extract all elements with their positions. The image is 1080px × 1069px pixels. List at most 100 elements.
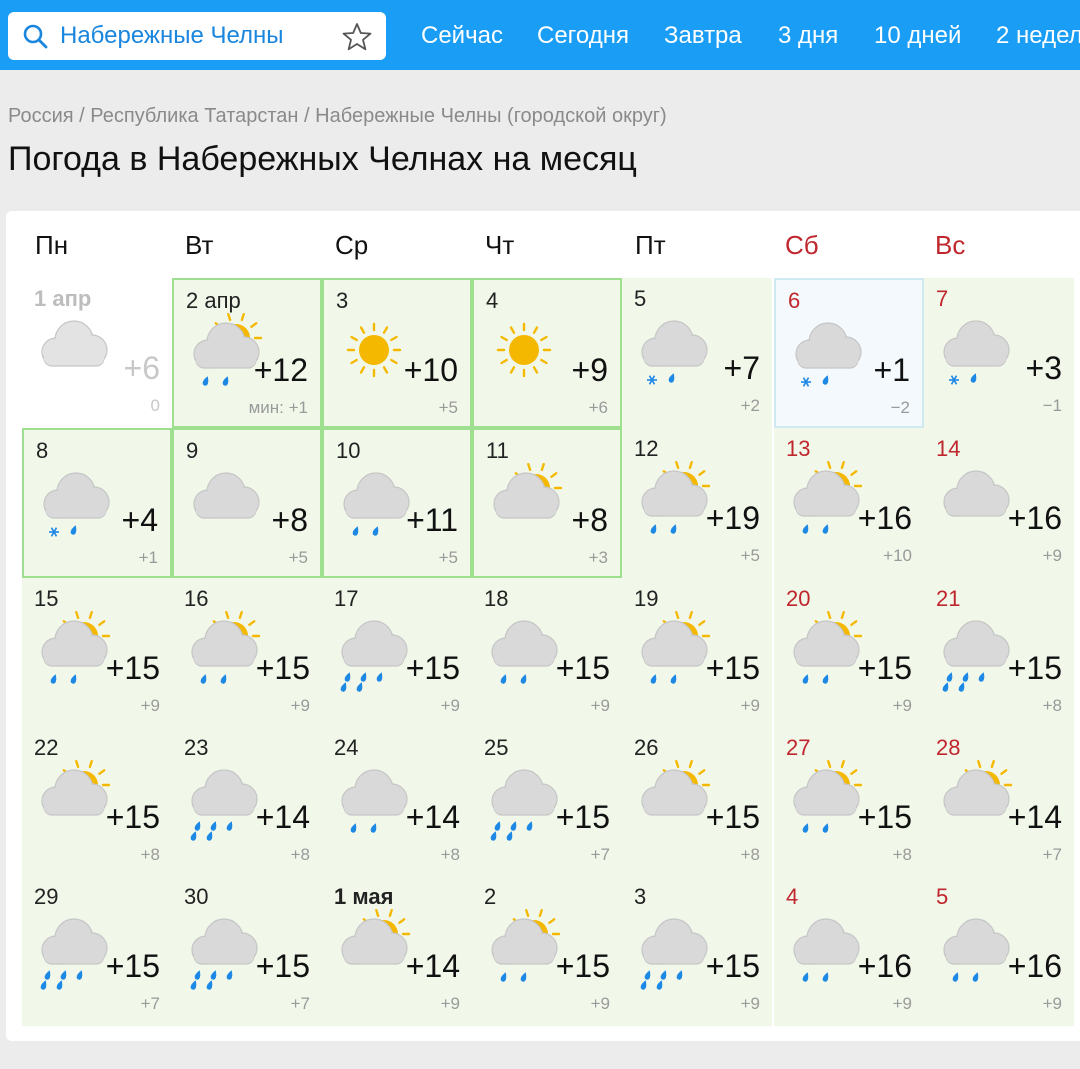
day-min-temp: +6 <box>588 398 608 417</box>
sun-cloud-icon <box>641 760 711 816</box>
day-max-temp: +14 <box>405 799 460 835</box>
day-max-temp: +15 <box>105 650 160 686</box>
day-min-temp: +10 <box>883 546 912 565</box>
day-cell[interactable]: 11 +8 +3 <box>472 428 622 578</box>
day-max-temp: +15 <box>405 650 460 686</box>
day-min-temp: +9 <box>892 696 912 715</box>
day-cell[interactable]: 30 +15 +7 <box>172 876 322 1026</box>
search-box[interactable]: Набережные Челны <box>8 12 386 60</box>
day-cell[interactable]: 16 +15 +9 <box>172 578 322 728</box>
day-cell[interactable]: 10 +11 +5 <box>322 428 472 578</box>
day-date: 21 <box>936 586 961 611</box>
day-date: 25 <box>484 735 509 760</box>
day-date: 3 <box>634 884 647 909</box>
day-date: 18 <box>484 586 509 611</box>
day-cell[interactable]: 18 +15 +9 <box>472 578 622 728</box>
day-cell[interactable]: 2 апр +12 мин: +1 <box>172 278 322 428</box>
day-min-temp: +3 <box>588 548 608 567</box>
sun-cloud-rain-icon <box>41 611 111 684</box>
breadcrumb-tatarstan[interactable]: Республика Татарстан <box>90 105 298 127</box>
day-date: 28 <box>936 735 961 760</box>
day-cell[interactable]: 7 +3 −1 <box>924 278 1074 428</box>
day-cell[interactable]: 26 +15 +8 <box>622 727 772 877</box>
search-input[interactable]: Набережные Челны <box>60 23 284 49</box>
day-date: 7 <box>936 286 949 311</box>
day-date: 30 <box>184 884 209 909</box>
breadcrumb-separator: / <box>304 105 310 127</box>
day-cell[interactable]: 19 +15 +9 <box>622 578 772 728</box>
nav-now[interactable]: Сейчас <box>421 22 503 50</box>
day-cell[interactable]: 27 +15 +8 <box>774 727 924 877</box>
sun-cloud-rain-icon <box>491 909 561 982</box>
day-max-temp: +15 <box>255 948 310 984</box>
day-cell[interactable]: 28 +14 +7 <box>924 727 1074 877</box>
cloud-heavy-rain-icon <box>340 620 408 692</box>
day-cell[interactable]: 15 +15 +9 <box>22 578 172 728</box>
day-cell[interactable]: 2 +15 +9 <box>472 876 622 1026</box>
day-cell[interactable]: 3 +15 +9 <box>622 876 772 1026</box>
day-min-temp: +9 <box>290 696 310 715</box>
day-min-temp: +8 <box>740 845 760 864</box>
nav-3-days[interactable]: 3 дня <box>778 22 838 50</box>
day-cell[interactable]: 29 +15 +7 <box>22 876 172 1026</box>
nav-2-weeks[interactable]: 2 недел <box>996 22 1080 50</box>
day-max-temp: +1 <box>873 352 910 388</box>
day-cell[interactable]: 24 +14 +8 <box>322 727 472 877</box>
sun-cloud-rain-icon <box>641 611 711 684</box>
weekday-header: Чт <box>485 230 515 260</box>
day-cell[interactable]: 6 +1 −2 <box>774 278 924 428</box>
cloud-rain-icon <box>943 918 1010 982</box>
nav-today[interactable]: Сегодня <box>537 22 629 50</box>
day-min-temp: +5 <box>438 548 458 567</box>
page-title: Погода в Набережных Челнах на месяц <box>8 140 637 178</box>
day-max-temp: +14 <box>255 799 310 835</box>
day-cell[interactable]: 17 +15 +9 <box>322 578 472 728</box>
day-max-temp: +15 <box>857 799 912 835</box>
day-max-temp: +3 <box>1025 350 1062 386</box>
nav-10-days[interactable]: 10 дней <box>874 22 961 50</box>
day-cell[interactable]: 3 +10 +5 <box>322 278 472 428</box>
breadcrumb-city-district[interactable]: Набережные Челны (городской округ) <box>315 105 667 127</box>
day-cell[interactable]: 5 +7 +2 <box>622 278 772 428</box>
day-date: 17 <box>334 586 359 611</box>
day-cell[interactable]: 12 +19 +5 <box>622 428 772 578</box>
breadcrumb-russia[interactable]: Россия <box>8 105 74 127</box>
nav-tomorrow[interactable]: Завтра <box>664 22 742 50</box>
day-min-temp: мин: +1 <box>248 398 308 417</box>
day-max-temp: +19 <box>705 500 760 536</box>
day-max-temp: +15 <box>1007 650 1062 686</box>
day-cell[interactable]: 21 +15 +8 <box>924 578 1074 728</box>
cloud-heavy-rain-icon <box>942 620 1010 692</box>
day-cell[interactable]: 8 +4 +1 <box>22 428 172 578</box>
day-max-temp: +6 <box>123 350 160 386</box>
day-cell[interactable]: 4 +9 +6 <box>472 278 622 428</box>
day-cell[interactable]: 5 +16 +9 <box>924 876 1074 1026</box>
day-min-temp: +5 <box>438 398 458 417</box>
day-cell[interactable]: 23 +14 +8 <box>172 727 322 877</box>
day-min-temp: +9 <box>140 696 160 715</box>
day-cell[interactable]: 1 апр +6 0 <box>22 278 172 428</box>
day-max-temp: +15 <box>857 650 912 686</box>
day-cell[interactable]: 1 мая +14 +9 <box>322 876 472 1026</box>
day-date: 5 <box>634 286 647 311</box>
cloud-rain-icon <box>793 918 860 982</box>
day-date: 6 <box>788 288 801 313</box>
day-max-temp: +15 <box>105 948 160 984</box>
day-cell[interactable]: 14 +16 +9 <box>924 428 1074 578</box>
day-min-temp: +8 <box>140 845 160 864</box>
day-min-temp: +1 <box>138 548 158 567</box>
day-cell[interactable]: 20 +15 +9 <box>774 578 924 728</box>
cloud-icon <box>193 472 260 519</box>
star-icon[interactable] <box>342 22 372 52</box>
day-max-temp: +16 <box>1007 948 1062 984</box>
day-cell[interactable]: 25 +15 +7 <box>472 727 622 877</box>
day-min-temp: +8 <box>290 845 310 864</box>
day-min-temp: +8 <box>440 845 460 864</box>
day-cell[interactable]: 4 +16 +9 <box>774 876 924 1026</box>
search-icon[interactable] <box>22 23 48 49</box>
day-date: 11 <box>486 438 509 463</box>
day-date: 12 <box>634 436 659 461</box>
day-cell[interactable]: 22 +15 +8 <box>22 727 172 877</box>
day-cell[interactable]: 13 +16 +10 <box>774 428 924 578</box>
day-cell[interactable]: 9 +8 +5 <box>172 428 322 578</box>
